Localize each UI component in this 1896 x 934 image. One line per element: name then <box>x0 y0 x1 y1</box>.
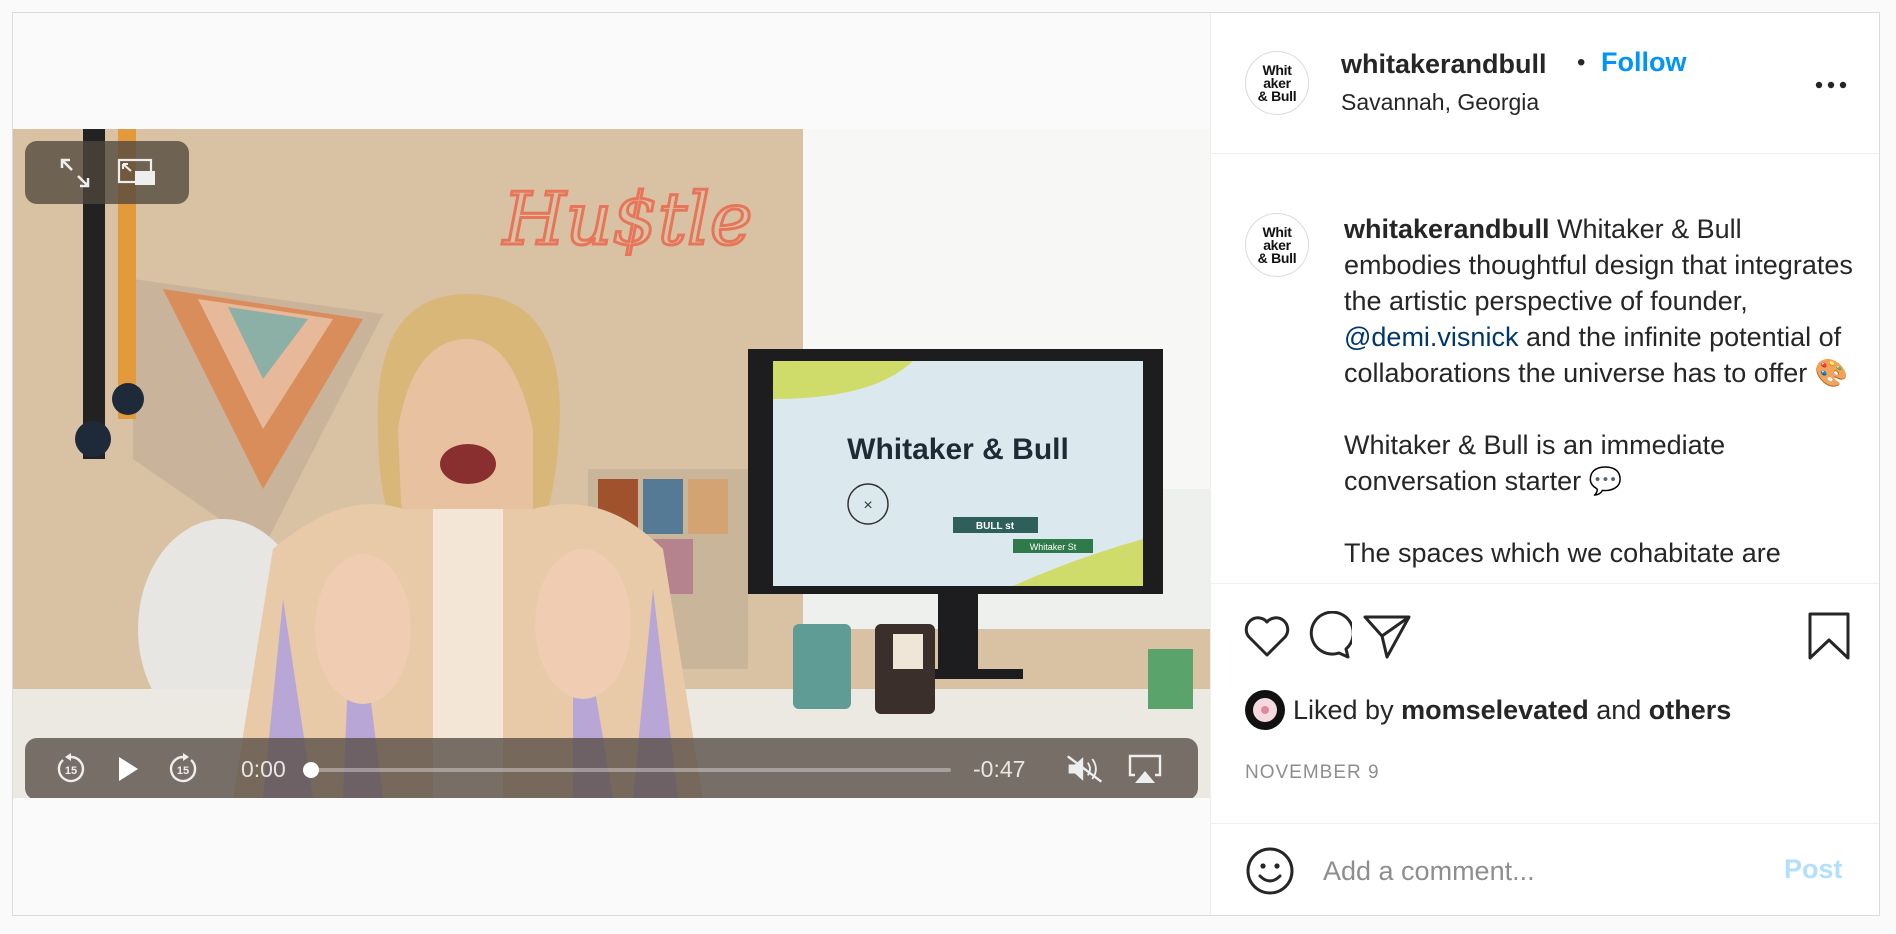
caption-username[interactable]: whitakerandbull <box>1344 214 1550 244</box>
rewind-15-icon[interactable]: 15 <box>51 751 91 787</box>
header-username[interactable]: whitakerandbull <box>1341 49 1547 80</box>
post-date[interactable]: NOVEMBER 9 <box>1245 762 1380 784</box>
media-area: Hu$tle Whitaker & Bull × BULL st Whitake… <box>13 13 1210 915</box>
post-header: Whit aker & Bull whitakerandbull • Follo… <box>1211 13 1879 154</box>
comment-bar: Post <box>1211 823 1879 916</box>
liked-by-prefix: Liked by <box>1293 694 1394 725</box>
caption-avatar[interactable]: Whit aker & Bull <box>1245 213 1309 277</box>
svg-text:×: × <box>863 497 872 514</box>
smiley-icon[interactable] <box>1245 846 1295 896</box>
forward-15-icon[interactable]: 15 <box>163 751 203 787</box>
caption-paragraph-3: The spaces which we cohabitate are <box>1344 538 1781 568</box>
neon-sign-text: Hu$tle <box>501 177 753 261</box>
scrub-handle[interactable] <box>303 762 319 778</box>
heart-icon[interactable] <box>1241 610 1293 662</box>
video-player[interactable]: Hu$tle Whitaker & Bull × BULL st Whitake… <box>13 129 1210 798</box>
comment-icon[interactable] <box>1301 610 1353 662</box>
mention-link[interactable]: @demi.visnick <box>1344 322 1518 352</box>
bookmark-icon[interactable] <box>1803 610 1855 662</box>
video-top-controls <box>25 141 189 204</box>
liker-avatar[interactable] <box>1245 690 1285 730</box>
liked-by-conjunction: and <box>1596 694 1642 725</box>
svg-text:15: 15 <box>65 765 77 777</box>
post-sidebar: Whit aker & Bull whitakerandbull • Follo… <box>1210 13 1879 915</box>
airplay-icon[interactable] <box>1125 751 1165 787</box>
current-time: 0:00 <box>241 756 286 782</box>
svg-text:15: 15 <box>177 765 189 777</box>
liker-username[interactable]: momselevated <box>1401 695 1589 726</box>
remaining-time: -0:47 <box>973 756 1026 782</box>
caption-paragraph-2: Whitaker & Bull is an immediate conversa… <box>1344 430 1726 496</box>
scrub-track[interactable] <box>311 768 951 772</box>
expand-icon[interactable] <box>55 155 95 191</box>
street-sign-2: Whitaker St <box>1030 542 1077 552</box>
instagram-post: Hu$tle Whitaker & Bull × BULL st Whitake… <box>12 12 1880 916</box>
follow-button[interactable]: Follow <box>1601 47 1686 78</box>
location-link[interactable]: Savannah, Georgia <box>1341 89 1539 116</box>
post-comment-button[interactable]: Post <box>1784 854 1843 885</box>
caption-area: Whit aker & Bull whitakerandbull Whitake… <box>1211 153 1879 583</box>
caption-text: whitakerandbull Whitaker & Bull embodies… <box>1344 211 1854 583</box>
share-icon[interactable] <box>1361 610 1413 662</box>
video-frame: Hu$tle Whitaker & Bull × BULL st Whitake… <box>13 129 1210 798</box>
caption-avatar-logo-text: Whit aker & Bull <box>1257 223 1297 266</box>
speaker-muted-icon[interactable] <box>1065 751 1105 787</box>
monitor-title-text: Whitaker & Bull <box>847 433 1069 466</box>
action-bar: Liked by momselevated and others NOVEMBE… <box>1211 583 1879 824</box>
picture-in-picture-icon[interactable] <box>117 155 157 191</box>
play-icon[interactable] <box>107 751 147 787</box>
liked-by-others[interactable]: others <box>1649 695 1732 726</box>
more-horizontal-icon[interactable] <box>1811 73 1851 97</box>
avatar[interactable]: Whit aker & Bull <box>1245 51 1309 115</box>
likes-summary: Liked by momselevated and others <box>1245 690 1731 730</box>
video-bottom-controls: 15 15 0:00 -0:47 <box>25 738 1198 798</box>
comment-input[interactable] <box>1321 848 1765 894</box>
avatar-logo-text: Whit aker & Bull <box>1257 61 1297 104</box>
street-sign-1: BULL st <box>976 521 1015 532</box>
dot-separator: • <box>1577 49 1586 76</box>
